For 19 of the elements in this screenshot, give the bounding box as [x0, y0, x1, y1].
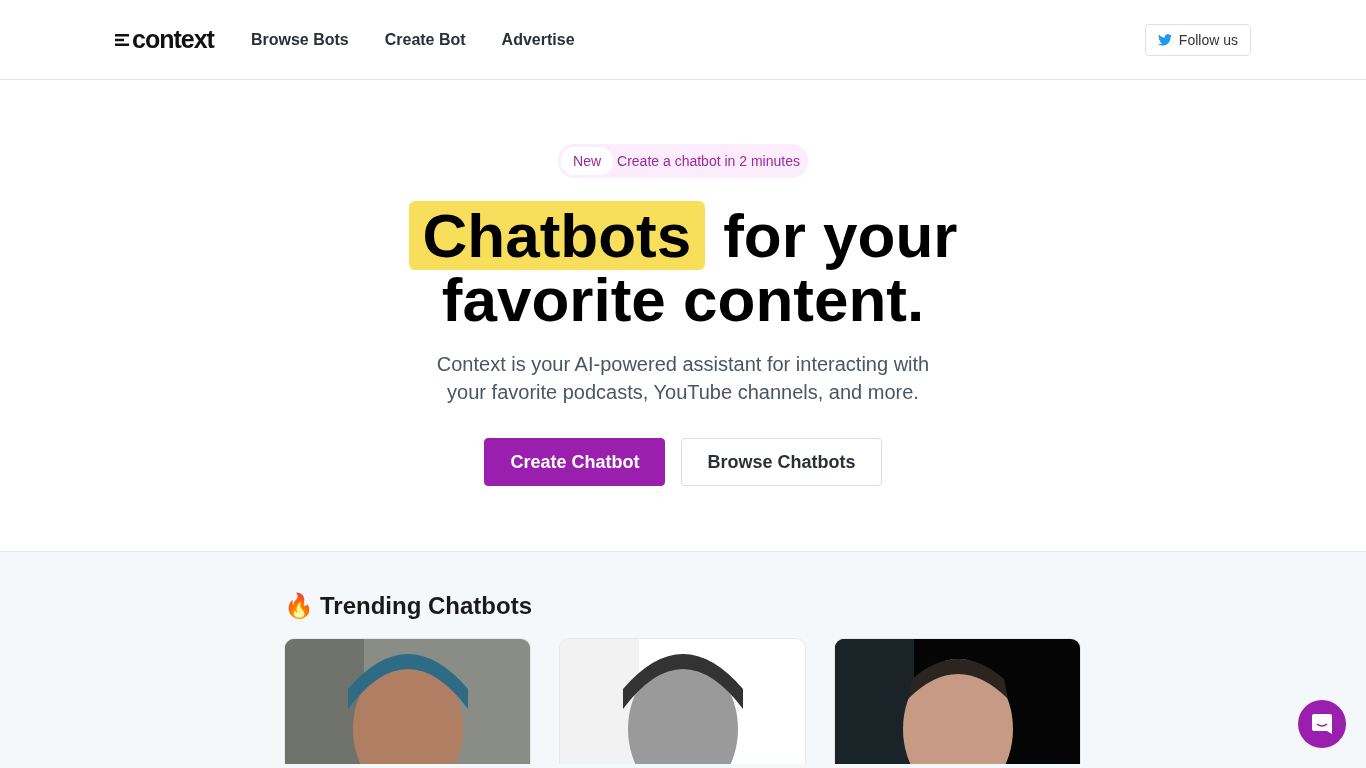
browse-chatbots-button[interactable]: Browse Chatbots: [681, 438, 882, 486]
chat-button[interactable]: [1298, 700, 1346, 748]
nav-link[interactable]: Create Bot: [384, 30, 466, 49]
subtitle: Context is your AI-powered assistant for interacting with your favorite podcasts, YouTube channels, and more.: [435, 352, 931, 405]
chat-icon: [1310, 712, 1334, 736]
section-title: Trending Chatbots: [320, 592, 532, 620]
new-tag: New: [561, 147, 614, 175]
fire-icon: 🔥: [284, 592, 314, 620]
logo-text: context: [132, 25, 214, 54]
menu-icon: [115, 33, 129, 46]
headline: Chatbots for your favorite content.: [373, 204, 993, 332]
follow-button[interactable]: Follow us: [1144, 23, 1251, 56]
logo[interactable]: context: [115, 25, 214, 54]
announcement-badge[interactable]: New Create a chatbot in 2 minutes: [558, 144, 808, 178]
nav-link[interactable]: Browse Bots: [250, 30, 349, 49]
nav-link[interactable]: Advertise: [501, 30, 575, 49]
create-chatbot-button[interactable]: Create Chatbot: [484, 438, 666, 486]
badge-text: Create a chatbot in 2 minutes: [617, 153, 800, 169]
bird-icon: [1157, 33, 1172, 46]
